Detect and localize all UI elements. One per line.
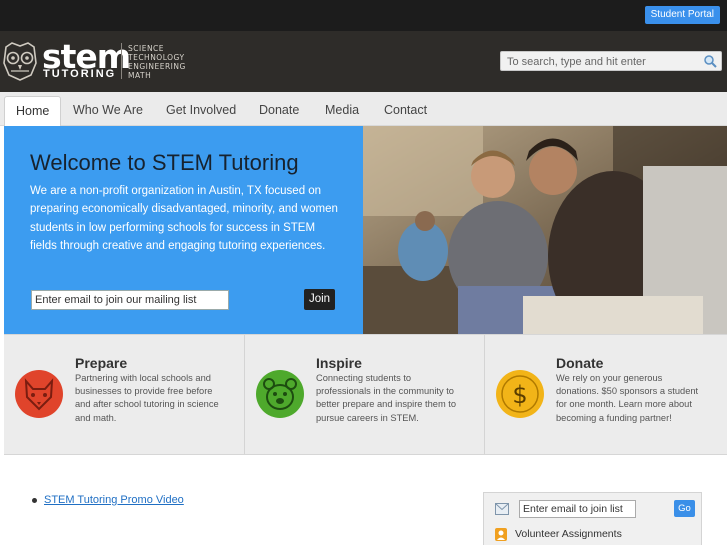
- feature-prepare: Prepare Partnering with local schools an…: [4, 335, 244, 454]
- nav-get-involved[interactable]: Get Involved: [166, 92, 236, 126]
- student-portal-button[interactable]: Student Portal: [644, 6, 720, 24]
- sidebar-email-input[interactable]: [519, 500, 636, 518]
- feature-title: Inspire: [316, 355, 362, 371]
- svg-text:$: $: [512, 381, 527, 409]
- students-tutoring-image: [363, 126, 727, 334]
- dollar-icon: $: [496, 370, 544, 418]
- logo-sub-science: SCIENCE: [128, 44, 165, 53]
- envelope-icon: [495, 503, 509, 515]
- nav-media[interactable]: Media: [325, 92, 359, 126]
- bear-icon: [256, 370, 304, 418]
- search-input[interactable]: [501, 53, 691, 71]
- logo-tagline: TUTORING: [43, 68, 117, 80]
- feature-inspire: Inspire Connecting students to professio…: [244, 335, 484, 454]
- nav-contact[interactable]: Contact: [384, 92, 427, 126]
- nav-donate[interactable]: Donate: [259, 92, 299, 126]
- main-nav: Home Who We Are Get Involved Donate Medi…: [0, 92, 727, 127]
- go-button[interactable]: Go: [674, 500, 695, 517]
- site-header: stem TUTORING SCIENCE TECHNOLOGY ENGINEE…: [0, 31, 727, 92]
- feature-text: Connecting students to professionals in …: [316, 373, 457, 423]
- hero-title: Welcome to STEM Tutoring: [30, 150, 299, 175]
- feature-text: Partnering with local schools and busine…: [75, 373, 219, 423]
- feature-title: Donate: [556, 355, 604, 371]
- feature-donate: $ Donate We rely on your generous donati…: [484, 335, 724, 454]
- bullet: [32, 498, 37, 503]
- nav-home[interactable]: Home: [4, 96, 62, 127]
- join-button[interactable]: Join: [304, 289, 335, 310]
- search-icon[interactable]: [703, 54, 717, 68]
- logo-subtitle: SCIENCE TECHNOLOGY ENGINEERING MATH: [128, 44, 186, 80]
- logo-sub-technology: TECHNOLOGY: [128, 53, 185, 62]
- volunteer-assignments-link[interactable]: Volunteer Assignments: [515, 528, 622, 540]
- feature-title: Prepare: [75, 355, 128, 371]
- logo-sub-math: MATH: [128, 71, 152, 80]
- fox-icon: [15, 370, 63, 418]
- features-row: Prepare Partnering with local schools an…: [4, 334, 727, 455]
- logo-divider: [121, 43, 122, 79]
- top-bar: Student Portal: [0, 0, 727, 31]
- site-logo[interactable]: stem TUTORING SCIENCE TECHNOLOGY ENGINEE…: [2, 37, 192, 83]
- feature-text: We rely on your generous donations. $50 …: [556, 373, 699, 423]
- mailing-list-email-input[interactable]: [31, 290, 229, 310]
- volunteer-icon: [495, 528, 507, 541]
- nav-who-we-are[interactable]: Who We Are: [73, 92, 143, 126]
- hero-photo: [363, 126, 727, 334]
- search-box: [500, 51, 722, 71]
- promo-video-link[interactable]: STEM Tutoring Promo Video: [44, 494, 184, 506]
- owl-logo-icon: [3, 42, 37, 81]
- hero-description: We are a non-profit organization in Aust…: [30, 185, 338, 252]
- hero-panel: Welcome to STEM Tutoring We are a non-pr…: [4, 126, 363, 334]
- logo-sub-engineering: ENGINEERING: [128, 62, 186, 71]
- sidebar-signup-box: Go Volunteer Assignments: [483, 492, 702, 545]
